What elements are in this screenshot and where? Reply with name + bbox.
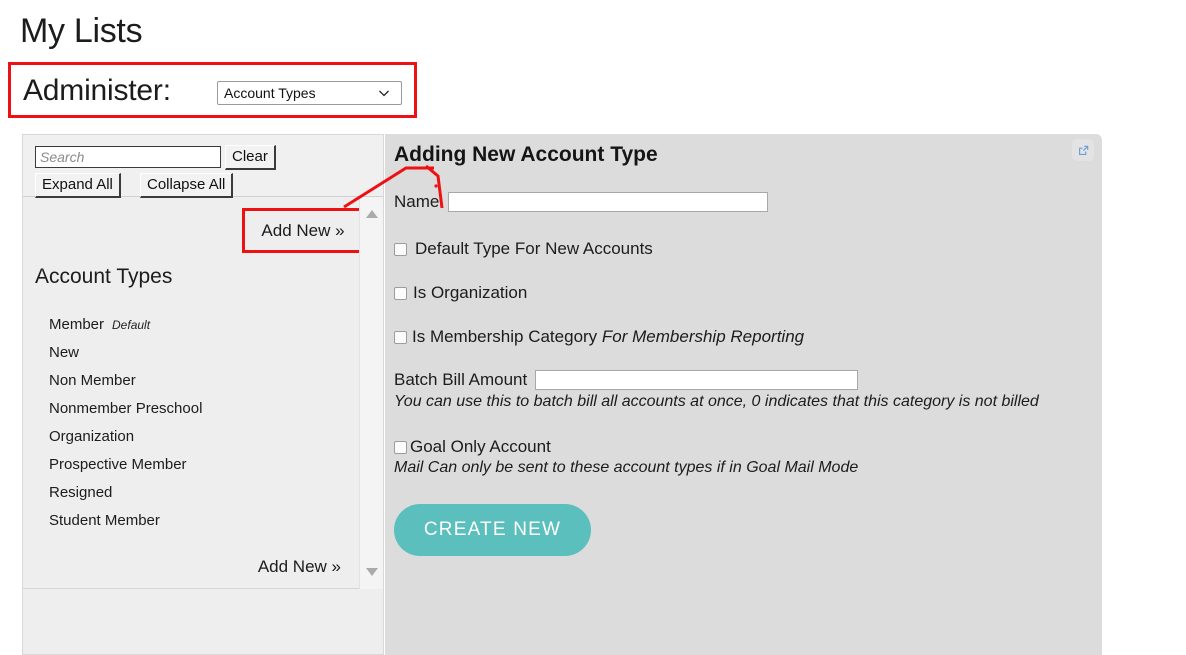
create-new-button[interactable]: CREATE NEW	[394, 504, 591, 556]
account-type-list: Member Default New Non Member Nonmember P…	[49, 311, 349, 535]
edit-form-panel: Adding New Account Type Name Default Typ…	[385, 134, 1102, 655]
batch-bill-hint: You can use this to batch bill all accou…	[394, 393, 1039, 411]
checkbox-icon[interactable]	[394, 331, 407, 344]
default-type-checkbox-label: Default Type For New Accounts	[415, 239, 653, 259]
search-input[interactable]: Search	[35, 146, 221, 168]
external-link-icon[interactable]	[1072, 139, 1094, 161]
batch-bill-field-row: Batch Bill Amount	[394, 370, 858, 390]
checkbox-icon[interactable]	[394, 243, 407, 256]
name-field-row: Name	[394, 192, 768, 212]
is-membership-category-checkbox-row[interactable]: Is Membership Category For Membership Re…	[394, 327, 804, 347]
checkbox-icon[interactable]	[394, 441, 407, 454]
add-new-top-highlight-box: Add New »	[242, 208, 364, 253]
administer-select[interactable]: Account Types	[217, 81, 402, 105]
list-item[interactable]: Non Member	[49, 367, 349, 395]
goal-only-checkbox-label: Goal Only Account	[410, 437, 551, 457]
list-item[interactable]: Resigned	[49, 479, 349, 507]
page-title: My Lists	[20, 10, 142, 52]
list-item[interactable]: Organization	[49, 423, 349, 451]
list-item-badge: Default	[112, 318, 150, 332]
chevron-down-icon	[377, 86, 391, 100]
panel-divider	[23, 588, 383, 589]
scroll-down-arrow-icon[interactable]	[364, 565, 380, 579]
default-type-checkbox-row[interactable]: Default Type For New Accounts	[394, 239, 653, 259]
is-organization-checkbox-label: Is Organization	[413, 283, 527, 303]
administer-select-value: Account Types	[224, 82, 377, 104]
administer-label: Administer:	[23, 71, 171, 111]
goal-only-hint: Mail Can only be sent to these account t…	[394, 459, 858, 477]
list-item-label: Nonmember Preschool	[49, 400, 202, 417]
list-item-label: Member	[49, 316, 104, 333]
list-item[interactable]: Member Default	[49, 311, 349, 339]
administer-highlight-box: Administer: Account Types	[8, 62, 417, 118]
list-heading: Account Types	[35, 265, 172, 289]
scroll-up-arrow-icon[interactable]	[364, 207, 380, 221]
is-organization-checkbox-row[interactable]: Is Organization	[394, 283, 527, 303]
list-browser-panel: Search Clear Expand All Collapse All Add…	[22, 134, 384, 655]
list-item[interactable]: Student Member	[49, 507, 349, 535]
is-membership-category-text: Is Membership Category	[412, 327, 602, 346]
clear-button[interactable]: Clear	[225, 145, 276, 170]
add-new-bottom-link[interactable]: Add New »	[258, 557, 341, 577]
list-item[interactable]: Nonmember Preschool	[49, 395, 349, 423]
list-item[interactable]: New	[49, 339, 349, 367]
form-title: Adding New Account Type	[394, 143, 658, 167]
is-membership-category-checkbox-label: Is Membership Category For Membership Re…	[412, 327, 804, 347]
list-item-label: New	[49, 344, 79, 361]
list-item[interactable]: Prospective Member	[49, 451, 349, 479]
list-item-label: Resigned	[49, 484, 112, 501]
goal-only-checkbox-row[interactable]: Goal Only Account	[394, 437, 551, 457]
collapse-all-button[interactable]: Collapse All	[140, 173, 233, 198]
batch-bill-input[interactable]	[535, 370, 858, 390]
search-toolbar: Search Clear Expand All Collapse All	[23, 135, 383, 197]
list-item-label: Organization	[49, 428, 134, 445]
expand-all-button[interactable]: Expand All	[35, 173, 121, 198]
list-item-label: Prospective Member	[49, 456, 187, 473]
list-item-label: Non Member	[49, 372, 136, 389]
checkbox-icon[interactable]	[394, 287, 407, 300]
list-scrollbar[interactable]	[359, 197, 383, 589]
is-membership-category-emphasis: For Membership Reporting	[602, 327, 804, 346]
name-label: Name	[394, 192, 439, 212]
name-input[interactable]	[448, 192, 768, 212]
add-new-top-link[interactable]: Add New »	[245, 211, 361, 250]
list-item-label: Student Member	[49, 512, 160, 529]
batch-bill-label: Batch Bill Amount	[394, 370, 527, 390]
